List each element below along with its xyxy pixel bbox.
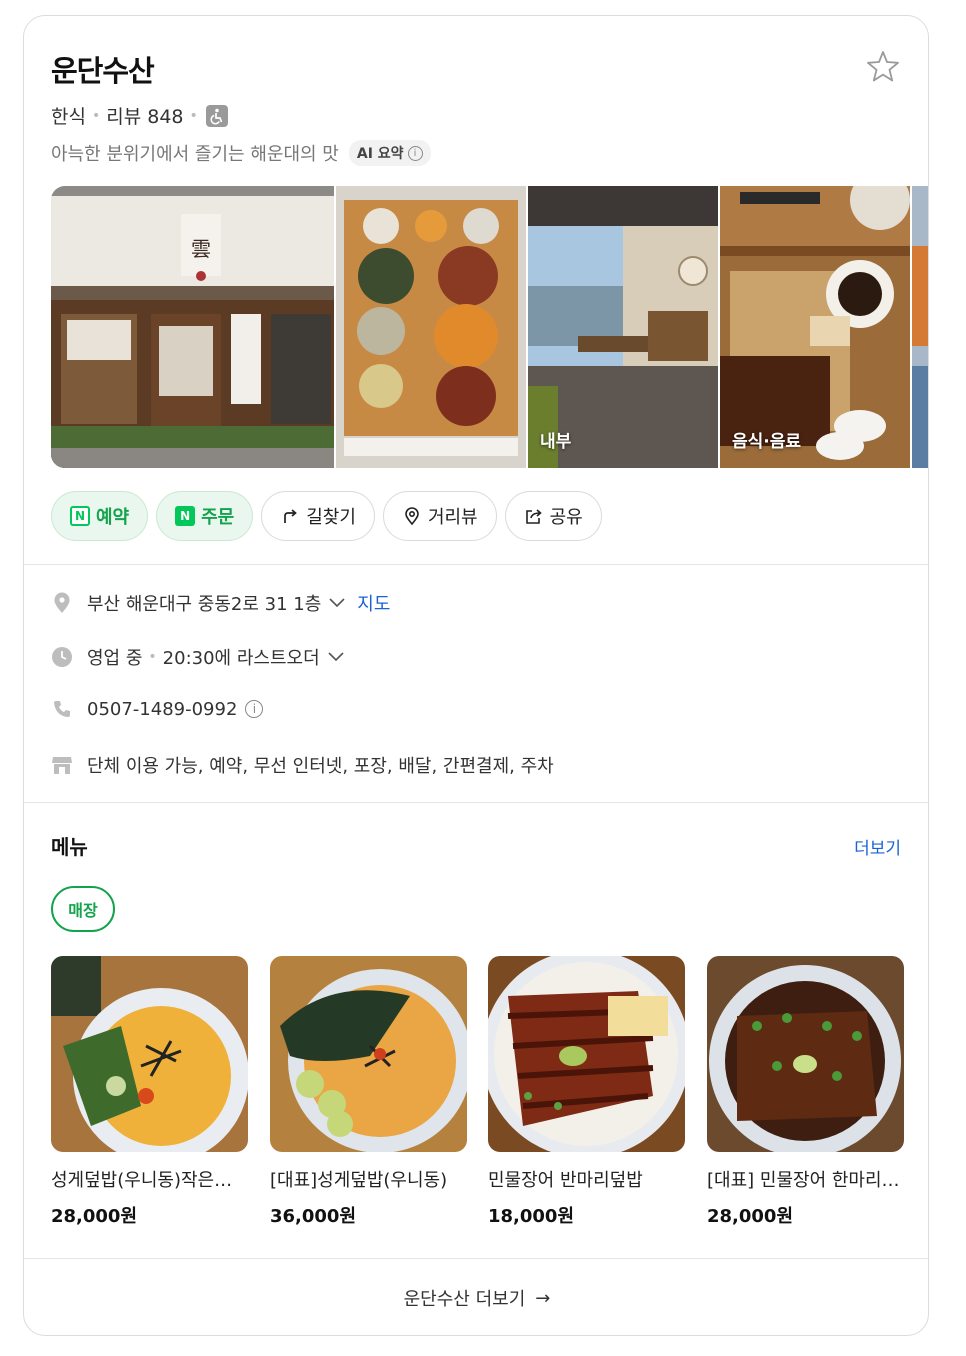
chevron-down-icon[interactable] <box>329 598 345 608</box>
location-icon <box>51 592 73 614</box>
naver-n-icon: N <box>175 506 196 526</box>
hours-row: 영업 중 • 20:30에 라스트오더 <box>51 644 344 670</box>
store-icon <box>51 754 73 776</box>
menu-item-price: 18,000원 <box>488 1206 575 1227</box>
place-card: 운단수산 한식 • 리뷰 848 • 아늑한 분위기에서 즐기는 해운대의 맛 … <box>23 15 929 1336</box>
arrow-right-icon: → <box>535 1287 551 1309</box>
separator-dot: • <box>91 107 101 124</box>
share-label: 공유 <box>549 507 583 528</box>
summary-text: 아늑한 분위기에서 즐기는 해운대의 맛 <box>51 144 339 165</box>
place-meta: 한식 • 리뷰 848 • <box>51 102 228 129</box>
ai-summary-chip[interactable]: AI 요약 i <box>348 140 431 166</box>
share-icon <box>525 509 542 524</box>
photo-food[interactable]: 음식·음료 <box>720 186 910 468</box>
place-title[interactable]: 운단수산 <box>51 48 155 90</box>
menu-item-name: [대표] 민물장어 한마리덮밥 <box>707 1170 904 1191</box>
review-count[interactable]: 리뷰 848 <box>106 102 183 129</box>
filter-chip-store[interactable]: 매장 <box>51 886 115 932</box>
photo-label: 음식·음료 <box>732 432 802 452</box>
naver-calendar-icon: N <box>70 506 90 526</box>
star-icon[interactable] <box>865 48 901 84</box>
photo-menu-board[interactable] <box>336 186 526 468</box>
photo-label: 내부 <box>540 432 572 452</box>
chevron-down-icon[interactable] <box>328 652 344 662</box>
ai-summary: 아늑한 분위기에서 즐기는 해운대의 맛 AI 요약 i <box>51 140 431 166</box>
map-link[interactable]: 지도 <box>357 590 390 616</box>
share-button[interactable]: 공유 <box>504 491 602 541</box>
info-icon: i <box>407 145 423 161</box>
separator-dot: • <box>148 649 157 665</box>
photo-interior[interactable]: 내부 <box>528 186 718 468</box>
address-row: 부산 해운대구 중동2로 31 1층 지도 <box>51 590 390 616</box>
place-more-button[interactable]: 운단수산 더보기 → <box>24 1258 928 1335</box>
reserve-button[interactable]: N 예약 <box>51 491 149 541</box>
place-more-label: 운단수산 더보기 <box>403 1289 526 1310</box>
directions-icon <box>284 509 298 523</box>
reserve-label: 예약 <box>96 507 130 528</box>
phone-row: 0507-1489-0992 i <box>51 698 264 720</box>
divider <box>24 564 928 565</box>
directions-button[interactable]: 길찾기 <box>261 491 375 541</box>
menu-item-price: 28,000원 <box>707 1206 794 1227</box>
phone-number[interactable]: 0507-1489-0992 <box>87 699 237 720</box>
amenities-row: 단체 이용 가능, 예약, 무선 인터넷, 포장, 배달, 간편결제, 주차 <box>51 752 554 778</box>
menu-item-image[interactable] <box>488 956 685 1152</box>
divider <box>24 802 928 803</box>
ai-summary-label: AI 요약 <box>356 146 404 162</box>
menu-item[interactable]: 성게덮밥(우니동)작은사이즈 28,000원 <box>51 956 248 1228</box>
phone-icon <box>51 698 73 720</box>
category-label: 한식 <box>51 106 86 128</box>
map-pin-icon <box>405 507 419 526</box>
menu-item-image[interactable] <box>707 956 904 1152</box>
menu-item-name: 민물장어 반마리덮밥 <box>488 1170 643 1191</box>
wheelchair-icon <box>205 104 228 127</box>
menu-item-name: [대표]성게덮밥(우니동) <box>270 1170 448 1191</box>
order-label: 주문 <box>201 507 235 528</box>
info-icon[interactable]: i <box>245 700 264 718</box>
svg-text:雲: 雲 <box>191 237 211 261</box>
photo-strip[interactable]: 雲 내부 음식·음료 <box>51 186 928 468</box>
street-view-button[interactable]: 거리뷰 <box>382 491 497 541</box>
menu-item[interactable]: [대표]성게덮밥(우니동) 36,000원 <box>270 956 467 1228</box>
menu-item[interactable]: 민물장어 반마리덮밥 18,000원 <box>488 956 685 1228</box>
menu-item-price: 28,000원 <box>51 1206 138 1227</box>
last-order-text[interactable]: 20:30에 라스트오더 <box>163 644 320 670</box>
open-status: 영업 중 <box>87 648 143 669</box>
directions-label: 길찾기 <box>306 507 356 528</box>
amenities-text: 단체 이용 가능, 예약, 무선 인터넷, 포장, 배달, 간편결제, 주차 <box>87 756 554 777</box>
menu-item-name: 성게덮밥(우니동)작은사이즈 <box>51 1170 248 1191</box>
menu-more-link[interactable]: 더보기 <box>854 834 901 859</box>
menu-item-price: 36,000원 <box>270 1206 357 1227</box>
separator-dot: • <box>189 107 198 124</box>
address-text[interactable]: 부산 해운대구 중동2로 31 1층 <box>87 590 321 616</box>
menu-section-title: 메뉴 <box>51 835 88 859</box>
menu-item-image[interactable] <box>270 956 467 1152</box>
order-button[interactable]: N 주문 <box>156 491 254 541</box>
street-view-label: 거리뷰 <box>427 507 478 528</box>
clock-icon <box>51 646 73 668</box>
action-bar: N 예약 N 주문 길찾기 거리뷰 공유 <box>51 491 602 541</box>
menu-item[interactable]: [대표] 민물장어 한마리덮밥 28,000원 <box>707 956 904 1228</box>
menu-item-image[interactable] <box>51 956 248 1152</box>
photo-more[interactable] <box>912 186 928 468</box>
photo-storefront[interactable]: 雲 <box>51 186 334 468</box>
